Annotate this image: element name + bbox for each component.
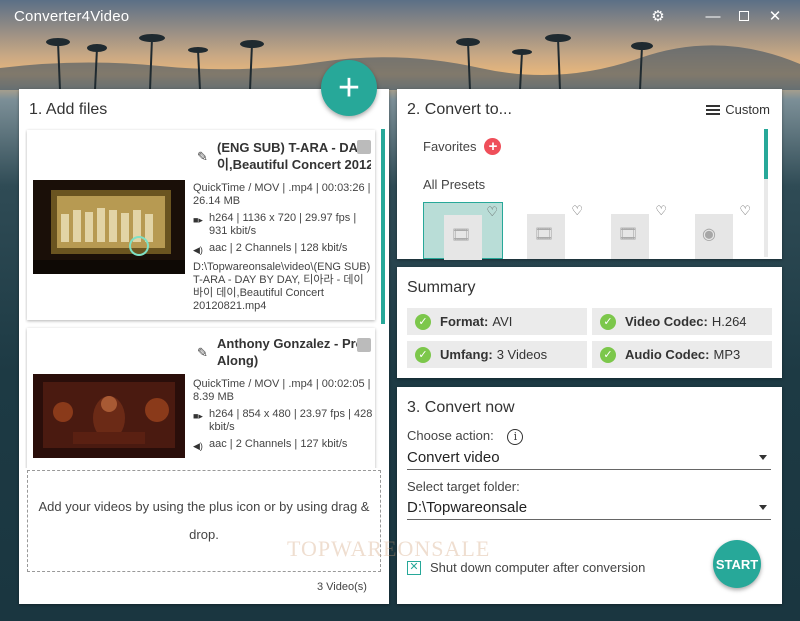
- chevron-down-icon: [759, 505, 767, 510]
- edit-icon[interactable]: ✎: [197, 149, 208, 165]
- close-button[interactable]: ✕: [764, 6, 786, 26]
- heart-icon[interactable]: ♡: [486, 204, 498, 220]
- shutdown-label: Shut down computer after conversion: [430, 560, 646, 575]
- summary-panel: Summary ✓ Format: AVI ✓ Video Codec: H.264…: [397, 267, 782, 378]
- maximize-button[interactable]: [733, 6, 755, 26]
- add-files-title: 1. Add files: [29, 101, 108, 118]
- add-files-button[interactable]: +: [321, 60, 377, 116]
- file-container-info: QuickTime / MOV | .mp4 | 00:03:26 | 26.1…: [193, 182, 371, 207]
- drop-zone-text: Add your videos by using the plus icon o…: [38, 499, 370, 542]
- summary-key: Umfang:: [440, 347, 493, 362]
- choose-action-label: Choose action:: [407, 428, 494, 443]
- convert-now-title: 3. Convert now: [407, 399, 515, 416]
- edit-icon[interactable]: ✎: [197, 345, 208, 361]
- disc-icon: ◉: [702, 226, 716, 243]
- summary-value: 3 Videos: [496, 347, 548, 362]
- custom-label: Custom: [725, 102, 770, 117]
- plus-icon: +: [337, 67, 361, 109]
- file-name-line2: Along): [217, 353, 259, 368]
- summary-key: Video Codec:: [625, 314, 708, 329]
- shutdown-checkbox[interactable]: ✕: [407, 560, 421, 575]
- convert-to-panel: 2. Convert to... Custom Favorites + All …: [397, 89, 782, 260]
- choose-action-value: Convert video: [407, 449, 500, 466]
- file-remove-icon[interactable]: [357, 338, 371, 352]
- file-audio-info: aac | 2 Channels | 127 kbit/s: [209, 438, 348, 450]
- preset-tile[interactable]: 🎞 ♡: [507, 202, 587, 259]
- summary-scope: ✓ Umfang: 3 Videos: [407, 341, 587, 368]
- film-icon: 🎞: [451, 227, 472, 244]
- target-folder-select[interactable]: D:\Topwareonsale: [407, 496, 771, 520]
- film-icon: 🎞: [534, 226, 555, 243]
- file-list: ✎ (ENG SUB) T-ARA - DAY BY DAY 이,Beautif…: [25, 128, 383, 468]
- file-audio-info: aac | 2 Channels | 128 kbit/s: [209, 242, 348, 254]
- summary-key: Format:: [440, 314, 489, 329]
- file-list-scrollbar[interactable]: [381, 129, 385, 324]
- preset-tile[interactable]: 🎞 ♡: [591, 202, 671, 259]
- heart-icon[interactable]: ♡: [739, 203, 751, 219]
- summary-key: Audio Codec:: [625, 347, 710, 362]
- favorites-row[interactable]: Favorites +: [423, 138, 502, 155]
- summary-value: AVI: [492, 314, 513, 329]
- target-folder-label: Select target folder:: [407, 479, 520, 494]
- file-name-line2: 이,Beautiful Concert 2012: [217, 157, 371, 172]
- file-name: Anthony Gonzalez - Proud: [217, 336, 371, 351]
- file-container-info: QuickTime / MOV | .mp4 | 00:02:05 | 8.39…: [193, 378, 371, 403]
- start-button[interactable]: START: [713, 540, 761, 588]
- preset-tile[interactable]: ◉ ♡: [675, 202, 755, 259]
- speaker-icon: ◀): [193, 245, 203, 255]
- custom-button[interactable]: Custom: [706, 102, 770, 117]
- file-path: D:\Topwareonsale\video\(ENG SUB) T-ARA -…: [193, 261, 371, 312]
- app-title: Converter4Video: [14, 7, 130, 25]
- all-presets-label: All Presets: [423, 177, 486, 192]
- heart-icon[interactable]: ♡: [655, 203, 667, 219]
- file-item[interactable]: ✎ (ENG SUB) T-ARA - DAY BY DAY 이,Beautif…: [27, 130, 375, 320]
- info-icon[interactable]: i: [507, 428, 524, 445]
- favorites-label: Favorites: [423, 139, 477, 154]
- convert-to-title: 2. Convert to...: [407, 101, 512, 118]
- heart-icon[interactable]: ♡: [571, 203, 583, 219]
- drop-zone[interactable]: Add your videos by using the plus icon o…: [27, 470, 381, 572]
- summary-value: MP3: [713, 347, 741, 362]
- minimize-button[interactable]: —: [702, 6, 724, 26]
- file-video-info: h264 | 1136 x 720 | 29.97 fps | 931 kbit…: [209, 212, 357, 237]
- menu-icon: [706, 104, 721, 115]
- film-icon: 🎞: [618, 226, 639, 243]
- choose-action-row: Choose action: i: [407, 428, 524, 445]
- file-remove-icon[interactable]: [357, 140, 371, 154]
- header-background-image: [0, 34, 800, 90]
- summary-title: Summary: [407, 279, 476, 296]
- video-thumbnail: [33, 180, 185, 274]
- summary-video-codec: ✓ Video Codec: H.264: [592, 308, 772, 335]
- presets-scrollbar[interactable]: [764, 129, 768, 179]
- check-icon: ✓: [415, 346, 431, 363]
- settings-gear-icon[interactable]: ⚙: [647, 6, 669, 26]
- add-files-panel: 1. Add files ✎ (ENG SUB) T-ARA - DAY BY …: [19, 89, 389, 604]
- presets-scrollbar-track[interactable]: [764, 179, 768, 257]
- summary-format: ✓ Format: AVI: [407, 308, 587, 335]
- video-thumbnail: [33, 374, 185, 458]
- file-item[interactable]: ✎ Anthony Gonzalez - Proud Along) QuickT…: [27, 328, 375, 468]
- shutdown-option[interactable]: ✕ Shut down computer after conversion: [407, 560, 645, 575]
- preset-tile[interactable]: 🎞 ♡: [423, 202, 503, 260]
- file-video-info: h264 | 854 x 480 | 23.97 fps | 428 kbit/…: [209, 408, 373, 433]
- summary-value: H.264: [711, 314, 747, 329]
- check-icon: ✓: [415, 313, 431, 330]
- choose-action-select[interactable]: Convert video: [407, 446, 771, 470]
- video-count: 3 Video(s): [317, 581, 367, 593]
- check-icon: ✓: [600, 313, 616, 330]
- convert-now-panel: 3. Convert now Choose action: i Convert …: [397, 387, 782, 604]
- summary-audio-codec: ✓ Audio Codec: MP3: [592, 341, 772, 368]
- file-name: (ENG SUB) T-ARA - DAY BY DAY: [217, 140, 371, 155]
- video-camera-icon: ■▸: [193, 411, 203, 421]
- target-folder-value: D:\Topwareonsale: [407, 499, 528, 516]
- video-camera-icon: ■▸: [193, 215, 203, 225]
- check-icon: ✓: [600, 346, 616, 363]
- start-label: START: [715, 556, 759, 572]
- add-favorite-icon[interactable]: +: [484, 138, 502, 155]
- chevron-down-icon: [759, 455, 767, 460]
- speaker-icon: ◀): [193, 441, 203, 451]
